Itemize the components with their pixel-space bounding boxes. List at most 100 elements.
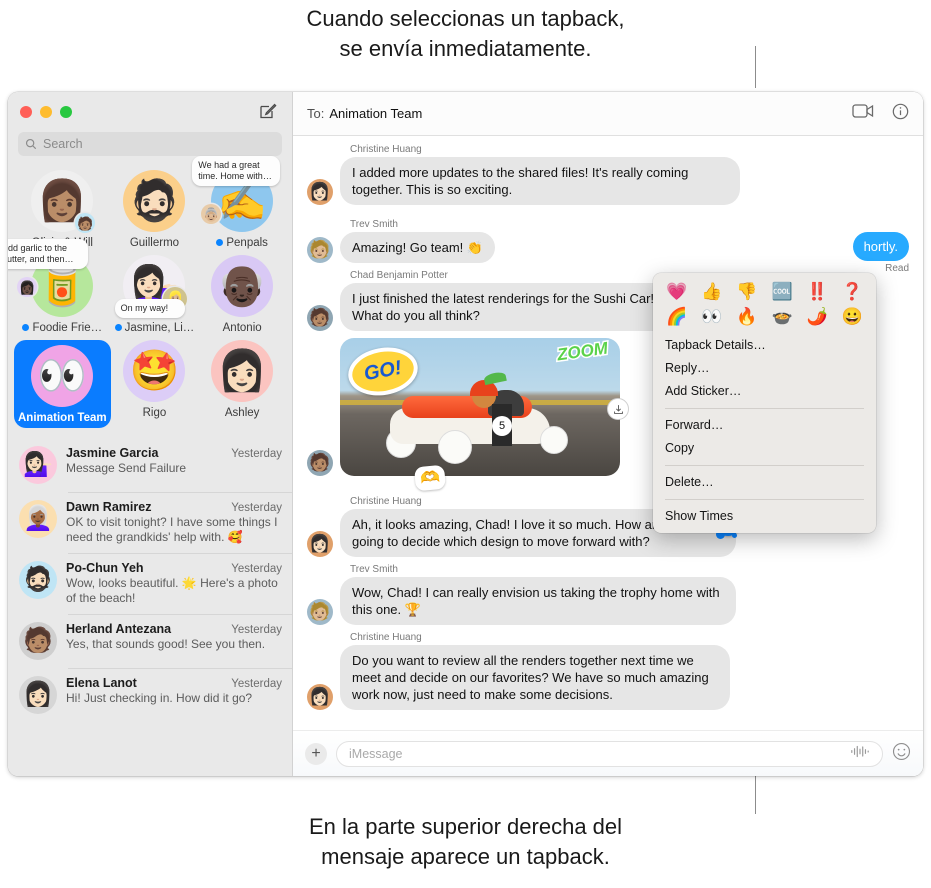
tapback-chili-icon[interactable]: 🌶️ — [800, 306, 835, 328]
message-column: Trev Smith Wow, Chad! I can really envis… — [340, 564, 736, 625]
tapback-picker: 💗 👍 👎 🆒 ‼️ ❓ 🌈 👀 🔥 🍲 🌶️ 😀 — [653, 279, 876, 334]
message-sender: Trev Smith — [350, 219, 398, 230]
tapback-haha-icon[interactable]: 🆒 — [765, 281, 800, 303]
list-item-time: Yesterday — [231, 678, 282, 690]
minimize-button[interactable] — [40, 106, 52, 118]
avatar: 👩🏻 — [307, 684, 333, 710]
message-bubble[interactable]: Do you want to review all the renders to… — [340, 645, 730, 710]
tapback-eyes-icon[interactable]: 👀 — [694, 306, 729, 328]
list-item[interactable]: 👩🏻 Elena Lanot Yesterday Hi! Just checki… — [8, 668, 292, 722]
recipient-name[interactable]: Animation Team — [329, 106, 422, 121]
pinned-animation-team[interactable]: 👀 Animation Team — [14, 340, 111, 432]
menu-separator — [665, 408, 864, 409]
sticker-zoom[interactable]: ZOOM — [554, 338, 610, 366]
menu-separator — [665, 499, 864, 500]
tapback-thumbsdown-icon[interactable]: 👎 — [729, 281, 764, 303]
avatar: 👩🏻 — [19, 676, 57, 714]
list-item-body: Po-Chun Yeh Yesterday Wow, looks beautif… — [66, 561, 282, 606]
pinned-label-text: Foodie Frie… — [32, 322, 103, 334]
tapback-heart-icon[interactable]: 💗 — [659, 281, 694, 303]
list-item-preview: Yes, that sounds good! See you then. — [66, 637, 266, 651]
list-item-name: Elena Lanot — [66, 676, 137, 690]
unread-dot-icon — [216, 239, 224, 247]
list-item-time: Yesterday — [231, 563, 282, 575]
message-sender: Chad Benjamin Potter — [350, 270, 448, 281]
list-item[interactable]: 👩🏾‍🦳 Dawn Ramirez Yesterday OK to visit … — [8, 492, 292, 553]
tapback-question-icon[interactable]: ❓ — [835, 281, 870, 303]
message-sender: Christine Huang — [350, 632, 422, 643]
add-attachment-icon[interactable]: + — [305, 742, 327, 765]
avatar: 👩🏾‍🦳 — [19, 500, 57, 538]
message-bubble[interactable]: I added more updates to the shared files… — [340, 157, 740, 205]
callout-top: Cuando seleccionas un tapback, se envía … — [0, 0, 931, 64]
wheel-mid-icon — [438, 430, 472, 464]
car-leaf — [483, 370, 507, 386]
photo-attachment[interactable]: 5 GO! ZOOM — [340, 338, 620, 476]
list-item-time: Yesterday — [231, 448, 282, 460]
menu-item-show-times[interactable]: Show Times — [653, 505, 876, 528]
menu-item-delete[interactable]: Delete… — [653, 471, 876, 494]
compose-icon[interactable] — [258, 102, 278, 122]
menu-item-add-sticker[interactable]: Add Sticker… — [653, 380, 876, 403]
avatar-emoji: ✍️ — [217, 179, 268, 223]
menu-item-reply[interactable]: Reply… — [653, 357, 876, 380]
tapback-fire-icon[interactable]: 🔥 — [729, 306, 764, 328]
pinned-rigo[interactable]: 🤩 Rigo — [111, 340, 199, 432]
list-item-body: Elena Lanot Yesterday Hi! Just checking … — [66, 676, 282, 706]
avatar: 👴🏿 — [211, 255, 274, 317]
conversation-header: To: Animation Team — [293, 92, 923, 136]
pinned-foodie-friends[interactable]: 🥫 👩🏿 Add garlic to the butter, and then…… — [8, 239, 111, 338]
menu-item-forward[interactable]: Forward… — [653, 414, 876, 437]
unread-dot-icon — [22, 324, 30, 332]
list-item[interactable]: 🧔🏻 Po-Chun Yeh Yesterday Wow, looks beau… — [8, 553, 292, 614]
emoji-icon[interactable] — [892, 742, 911, 766]
pinned-antonio[interactable]: 👴🏿 Antonio — [198, 255, 286, 338]
to-label: To: — [307, 106, 325, 121]
sticker-heart-hands[interactable]: 🫶 — [414, 464, 446, 492]
avatar: 🧑🏽 — [307, 450, 333, 476]
pinned-label-text: Penpals — [226, 237, 268, 249]
messages-window: Search 👩🏽 🧑🏽 Olivia & Will 🧔🏻 — [8, 92, 923, 776]
pinned-preview-bubble: On my way! — [114, 299, 185, 318]
download-icon[interactable] — [607, 398, 629, 420]
list-item[interactable]: 💁🏻‍♀️ Jasmine Garcia Yesterday Message S… — [8, 438, 292, 492]
tapback-exclamation-icon[interactable]: ‼️ — [800, 281, 835, 303]
tapback-rainbow-icon[interactable]: 🌈 — [659, 306, 694, 328]
zoom-button[interactable] — [60, 106, 72, 118]
pinned-ashley[interactable]: 👩🏻 Ashley — [198, 340, 286, 432]
list-item-name: Jasmine Garcia — [66, 446, 159, 460]
menu-item-copy[interactable]: Copy — [653, 437, 876, 460]
search-input[interactable]: Search — [18, 132, 282, 156]
message-bubble[interactable]: I just finished the latest renderings fo… — [340, 283, 670, 331]
car-number: 5 — [492, 416, 512, 436]
audio-waveform-icon[interactable] — [850, 745, 870, 763]
list-item-header: Dawn Ramirez Yesterday — [66, 500, 282, 514]
pinned-penpals[interactable]: ✍️ 👵🏼 We had a great time. Home with… Pe… — [192, 156, 286, 253]
list-item-preview: Hi! Just checking in. How did it go? — [66, 691, 253, 705]
tapback-stew-icon[interactable]: 🍲 — [765, 306, 800, 328]
avatar-emoji: 🥫 — [37, 264, 88, 308]
pinned-guillermo[interactable]: 🧔🏻 Guillermo — [111, 170, 199, 253]
message-context-menu[interactable]: 💗 👍 👎 🆒 ‼️ ❓ 🌈 👀 🔥 🍲 🌶️ 😀 Tapback Detail… — [653, 273, 876, 533]
avatar-emoji: 👀 — [37, 354, 88, 398]
avatar-emoji: 🤩 — [129, 349, 180, 393]
tapback-thumbsup-icon[interactable]: 👍 — [694, 281, 729, 303]
info-icon[interactable] — [892, 103, 909, 125]
close-button[interactable] — [20, 106, 32, 118]
window-titlebar — [8, 92, 292, 132]
pinned-label: Animation Team — [18, 412, 107, 424]
list-item[interactable]: 🧑🏽 Herland Antezana Yesterday Yes, that … — [8, 614, 292, 668]
pinned-jasmine-li[interactable]: 💁🏻‍♀️ 👱🏼‍♀️ On my way! Jasmine, Li… — [111, 255, 199, 338]
facetime-video-icon[interactable] — [852, 103, 874, 124]
list-item-name: Po-Chun Yeh — [66, 561, 144, 575]
menu-item-tapback-details[interactable]: Tapback Details… — [653, 334, 876, 357]
pinned-label-text: Jasmine, Li… — [124, 322, 195, 334]
message-bubble[interactable]: Wow, Chad! I can really envision us taki… — [340, 577, 736, 625]
tapback-more-emoji-icon[interactable]: 😀 — [835, 306, 870, 328]
wheel-rear-icon — [540, 426, 568, 454]
message-bubble[interactable]: Amazing! Go team! 👏 — [340, 232, 496, 263]
avatar: 🧔🏻 — [123, 170, 186, 232]
pinned-label: Jasmine, Li… — [111, 322, 199, 334]
list-item-preview: Message Send Failure — [66, 461, 187, 475]
message-input[interactable]: iMessage — [336, 740, 883, 767]
